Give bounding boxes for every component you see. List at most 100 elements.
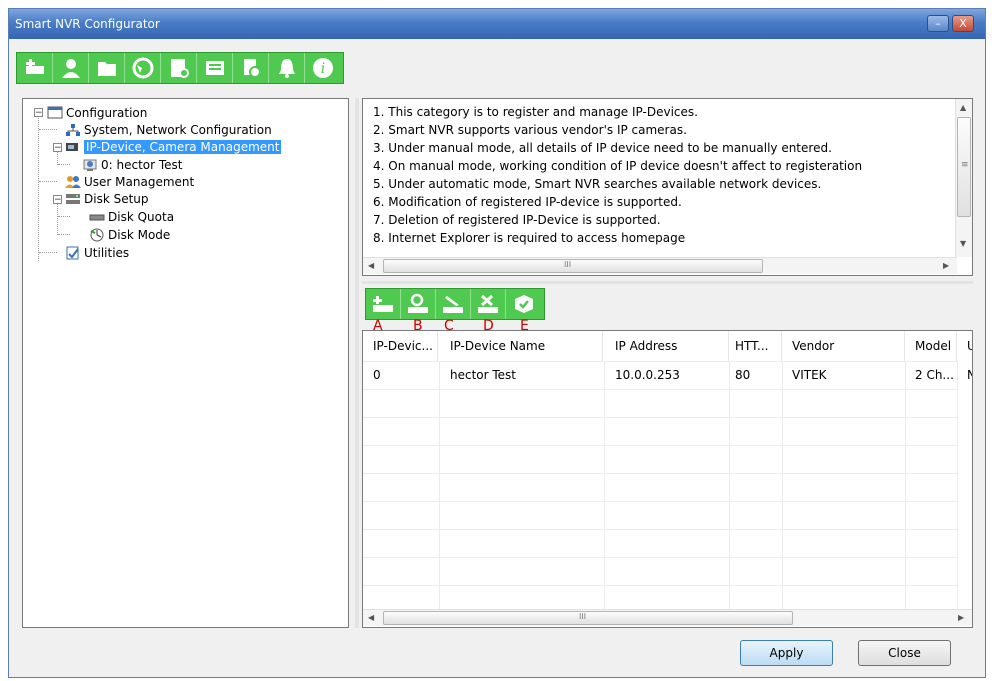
disk-setup-icon bbox=[65, 192, 81, 206]
info-line: 7. Deletion of registered IP-Device is s… bbox=[373, 213, 661, 227]
info-line: 4. On manual mode, working condition of … bbox=[373, 159, 863, 173]
info-line: 2. Smart NVR supports various vendor's I… bbox=[373, 123, 687, 137]
device-toolbar bbox=[365, 288, 545, 320]
column-header[interactable]: IP-Device Name bbox=[440, 331, 603, 361]
tree-item-disk-quota[interactable]: Disk Quota bbox=[89, 208, 174, 225]
disk-mode-icon bbox=[89, 228, 105, 242]
column-header[interactable]: IP Address bbox=[605, 331, 729, 361]
info-line: 6. Modification of registered IP-device … bbox=[373, 195, 682, 209]
grip-icon: ≡ bbox=[961, 160, 969, 170]
user-icon bbox=[61, 59, 80, 78]
column-header[interactable]: HTT... bbox=[725, 331, 782, 361]
close-window-button[interactable]: X bbox=[952, 15, 974, 32]
apply-device-icon bbox=[514, 295, 533, 313]
disk-icon bbox=[170, 59, 189, 78]
device-info-button[interactable] bbox=[233, 53, 269, 83]
apply-device-button[interactable] bbox=[506, 289, 541, 319]
tree-label: 0: hector Test bbox=[101, 157, 183, 172]
tree-item-ip-device-management[interactable]: IP-Device, Camera Management bbox=[65, 138, 282, 155]
main-toolbar: i bbox=[16, 52, 344, 84]
scroll-down-icon[interactable]: ▼ bbox=[960, 239, 966, 248]
keyboard-icon bbox=[205, 61, 224, 75]
configuration-tree[interactable]: − Configuration System, Network Configur… bbox=[22, 98, 349, 628]
search-device-icon bbox=[408, 293, 428, 313]
scroll-left-icon[interactable]: ◀ bbox=[368, 261, 374, 270]
table-cell[interactable]: No bbox=[957, 361, 972, 389]
tree-item-user-management[interactable]: User Management bbox=[65, 173, 194, 190]
delete-device-button[interactable] bbox=[471, 289, 506, 319]
table-cell[interactable]: VITEK bbox=[782, 361, 905, 389]
search-device-button[interactable] bbox=[401, 289, 436, 319]
column-header[interactable]: Model bbox=[905, 331, 957, 361]
tree-item-system-network[interactable]: System, Network Configuration bbox=[65, 121, 272, 138]
tree-label: Disk Setup bbox=[84, 191, 149, 206]
column-header[interactable]: IP-Devic... bbox=[363, 331, 438, 361]
scroll-right-icon[interactable]: ▶ bbox=[958, 613, 964, 622]
tree-item-hector-test[interactable]: 0: hector Test bbox=[82, 156, 183, 173]
tree-label: System, Network Configuration bbox=[84, 122, 272, 137]
about-button[interactable]: i bbox=[305, 53, 341, 83]
info-line: 8. Internet Explorer is required to acce… bbox=[373, 231, 686, 245]
expander-disk-setup[interactable]: − bbox=[53, 195, 62, 205]
table-cell[interactable]: 0 bbox=[363, 361, 438, 389]
tree-label: IP-Device, Camera Management bbox=[84, 139, 282, 154]
table-cell[interactable]: 80 bbox=[725, 361, 782, 389]
table-cell[interactable]: hector Test bbox=[440, 361, 603, 389]
horizontal-splitter[interactable] bbox=[362, 281, 973, 284]
window-title: Smart NVR Configurator bbox=[15, 17, 160, 31]
expander-configuration[interactable]: − bbox=[34, 108, 43, 118]
tree-item-configuration[interactable]: Configuration bbox=[47, 104, 147, 121]
grid-horizontal-scrollbar[interactable]: ◀ III ▶ bbox=[363, 609, 972, 626]
network-config-icon bbox=[65, 123, 81, 137]
alarm-button[interactable] bbox=[269, 53, 305, 83]
info-line: 1. This category is to register and mana… bbox=[373, 105, 698, 119]
modify-device-button[interactable] bbox=[436, 289, 471, 319]
device-info-icon bbox=[243, 59, 261, 78]
add-ip-device-icon bbox=[373, 296, 393, 312]
scroll-up-icon[interactable]: ▲ bbox=[960, 103, 966, 112]
disk-button[interactable] bbox=[161, 53, 197, 83]
network-icon bbox=[132, 57, 153, 79]
disk-icon bbox=[89, 210, 105, 224]
grid-hscroll-thumb[interactable]: III bbox=[383, 611, 793, 625]
grip-icon: III bbox=[579, 612, 587, 621]
folder-button[interactable] bbox=[89, 53, 125, 83]
info-line: 3. Under manual mode, all details of IP … bbox=[373, 141, 832, 155]
tree-item-utilities[interactable]: Utilities bbox=[65, 244, 129, 261]
table-cell[interactable]: 10.0.0.253 bbox=[605, 361, 729, 389]
tree-label: Disk Quota bbox=[108, 209, 175, 224]
info-text-panel[interactable]: 1. This category is to register and mana… bbox=[362, 98, 973, 276]
delete-device-icon bbox=[478, 294, 498, 313]
scroll-left-icon[interactable]: ◀ bbox=[368, 613, 374, 622]
camera-icon bbox=[82, 158, 98, 172]
expander-ip-device[interactable]: − bbox=[53, 143, 62, 153]
tree-label: User Management bbox=[84, 174, 195, 189]
add-ip-device-button[interactable] bbox=[366, 289, 401, 319]
modify-device-icon bbox=[443, 296, 463, 313]
info-vscroll-thumb[interactable]: ≡ bbox=[957, 117, 971, 217]
info-hscroll-thumb[interactable]: III bbox=[383, 259, 763, 273]
info-vertical-scrollbar[interactable]: ▲ ≡ ▼ bbox=[955, 99, 972, 257]
tree-item-disk-setup[interactable]: Disk Setup bbox=[65, 190, 149, 207]
scroll-right-icon[interactable]: ▶ bbox=[943, 261, 949, 270]
vertical-splitter[interactable] bbox=[355, 98, 359, 628]
add-device-icon bbox=[25, 59, 44, 74]
add-device-button[interactable] bbox=[17, 53, 53, 83]
folder-icon bbox=[97, 62, 116, 76]
column-header[interactable]: UA bbox=[957, 331, 972, 361]
title-bar[interactable]: Smart NVR Configurator – X bbox=[9, 9, 985, 39]
network-button[interactable] bbox=[125, 53, 161, 83]
apply-button[interactable]: Apply bbox=[740, 640, 833, 666]
info-horizontal-scrollbar[interactable]: ◀ III ▶ bbox=[363, 257, 957, 274]
minimize-button[interactable]: – bbox=[927, 15, 949, 32]
configuration-icon bbox=[47, 106, 63, 120]
camera-management-icon bbox=[65, 140, 81, 154]
user-button[interactable] bbox=[53, 53, 89, 83]
bell-icon bbox=[278, 59, 295, 78]
column-header[interactable]: Vendor bbox=[782, 331, 905, 361]
tree-item-disk-mode[interactable]: Disk Mode bbox=[89, 226, 170, 243]
close-button[interactable]: Close bbox=[858, 640, 951, 666]
device-grid[interactable]: IP-Devic... IP-Device Name IP Address HT… bbox=[362, 330, 973, 628]
table-cell[interactable]: 2 Ch... bbox=[905, 361, 957, 389]
keyboard-button[interactable] bbox=[197, 53, 233, 83]
